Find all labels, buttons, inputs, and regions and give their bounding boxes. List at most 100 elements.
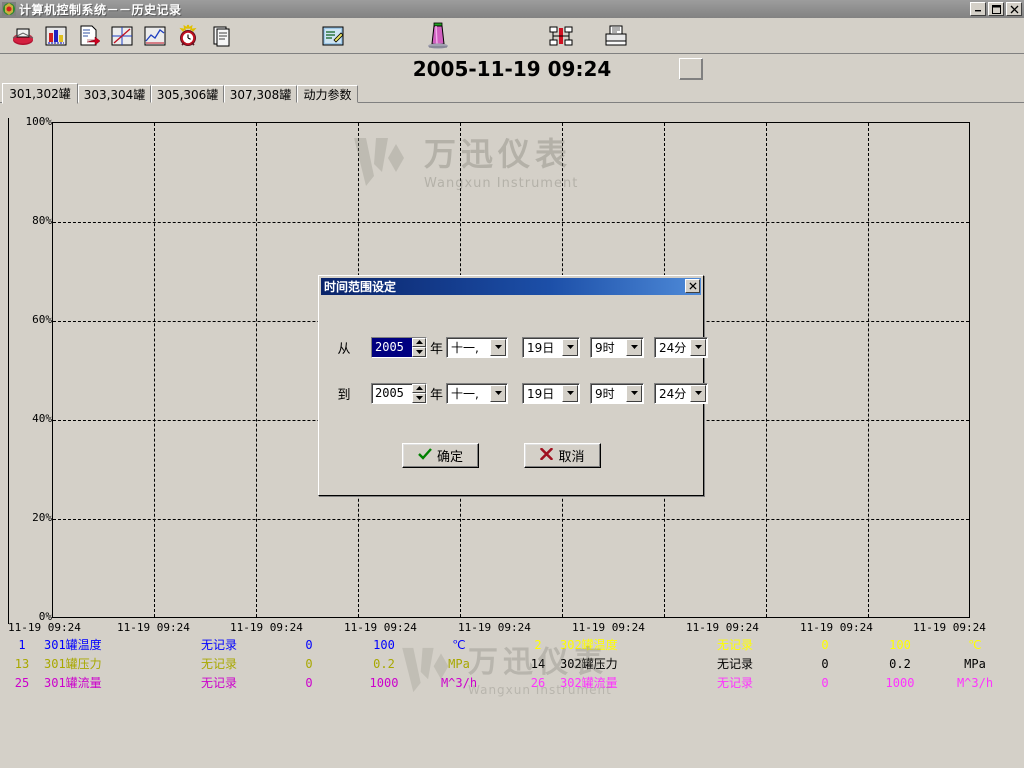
chevron-down-icon[interactable]: [690, 339, 706, 356]
gridline-v: [766, 123, 767, 617]
window-controls: [970, 2, 1022, 16]
from-year-spinner[interactable]: 2005: [371, 337, 427, 358]
app-icon: [2, 2, 16, 16]
from-hour-select[interactable]: 9时: [590, 337, 644, 358]
spinner-up-icon[interactable]: [412, 384, 426, 394]
x-tick-1: 11-19 09:24: [117, 621, 190, 634]
chevron-down-icon[interactable]: [690, 385, 706, 402]
y-tick-60: 60%: [4, 313, 52, 326]
legend-name: 301罐流量: [44, 674, 164, 693]
legend-record: 无记录: [680, 655, 790, 674]
bar-chart-icon[interactable]: [41, 21, 71, 51]
legend-unit: MPa: [940, 655, 1010, 674]
from-label: 从: [331, 338, 357, 357]
y-axis: 100% 80% 60% 40% 20% 0%: [0, 104, 52, 638]
alarm-clock-icon[interactable]: [173, 21, 203, 51]
chevron-down-icon[interactable]: [490, 339, 506, 356]
chevron-down-icon[interactable]: [562, 339, 578, 356]
legend-max: 100: [344, 636, 424, 655]
cancel-button[interactable]: 取消: [524, 443, 601, 468]
legend-id: 13: [0, 655, 44, 674]
tab-power-parameters[interactable]: 动力参数: [297, 85, 358, 103]
legend-unit: M^3/h: [940, 674, 1010, 693]
tab-303-304[interactable]: 303,304罐: [78, 85, 151, 103]
line-chart-icon[interactable]: [140, 21, 170, 51]
from-year-arrows[interactable]: [412, 338, 426, 357]
x-tick-6: 11-19 09:24: [686, 621, 759, 634]
to-day-select[interactable]: 19日: [522, 383, 580, 404]
dialog-close-icon[interactable]: [685, 279, 700, 293]
minimize-button[interactable]: [970, 2, 986, 16]
x-tick-5: 11-19 09:24: [572, 621, 645, 634]
y-axis-line: [8, 118, 9, 624]
table-row[interactable]: 25 301罐流量 无记录 0 1000 M^3/h: [0, 674, 494, 693]
cross-icon: [540, 448, 553, 464]
tank-icon[interactable]: [423, 21, 453, 51]
tab-301-302[interactable]: 301,302罐: [2, 83, 78, 104]
cancel-button-label: 取消: [558, 446, 584, 465]
legend-min: 0: [274, 636, 344, 655]
axis-chart-icon[interactable]: [107, 21, 137, 51]
y-tick-40: 40%: [4, 412, 52, 425]
printer-icon[interactable]: [601, 21, 631, 51]
table-row[interactable]: 1 301罐温度 无记录 0 100 ℃: [0, 636, 494, 655]
table-row[interactable]: 26 302罐流量 无记录 0 1000 M^3/h: [516, 674, 1010, 693]
chevron-down-icon[interactable]: [626, 339, 642, 356]
spinner-down-icon[interactable]: [412, 347, 426, 357]
to-year-unit: 年: [430, 384, 443, 403]
to-year-spinner[interactable]: 2005: [371, 383, 427, 404]
legend-unit: M^3/h: [424, 674, 494, 693]
to-year-arrows[interactable]: [412, 384, 426, 403]
table-row[interactable]: 14 302罐压力 无记录 0 0.2 MPa: [516, 655, 1010, 674]
y-tick-100: 100%: [4, 115, 52, 128]
print-preview-icon[interactable]: [8, 21, 38, 51]
maximize-button[interactable]: [988, 2, 1004, 16]
table-row[interactable]: 13 301罐压力 无记录 0 0.2 MPa: [0, 655, 494, 674]
export-report-icon[interactable]: [74, 21, 104, 51]
chevron-down-icon[interactable]: [490, 385, 506, 402]
close-button[interactable]: [1006, 2, 1022, 16]
chevron-down-icon[interactable]: [626, 385, 642, 402]
to-minute-select[interactable]: 24分: [654, 383, 708, 404]
x-tick-2: 11-19 09:24: [230, 621, 303, 634]
chevron-down-icon[interactable]: [562, 385, 578, 402]
legend-max: 0.2: [344, 655, 424, 674]
edit-note-icon[interactable]: [318, 21, 348, 51]
gridline-h: [53, 222, 969, 223]
legend-name: 302罐流量: [560, 674, 680, 693]
datetime-label: 2005-11-19 09:24: [0, 57, 1024, 81]
datetime-indicator-box[interactable]: [679, 58, 703, 80]
legend-id: 25: [0, 674, 44, 693]
from-month-select[interactable]: 十一,: [446, 337, 508, 358]
legend-record: 无记录: [680, 674, 790, 693]
from-day-value: 19日: [523, 338, 562, 357]
ok-button[interactable]: 确定: [402, 443, 479, 468]
table-row[interactable]: 2 302罐温度 无记录 0 100 ℃: [516, 636, 1010, 655]
legend-table-left: 1 301罐温度 无记录 0 100 ℃ 13 301罐压力 无记录 0 0.2…: [0, 636, 494, 693]
to-row: 到 2005 年 十一, 19日: [331, 381, 708, 405]
tab-305-306[interactable]: 305,306罐: [151, 85, 224, 103]
legend-name: 302罐温度: [560, 636, 680, 655]
spinner-down-icon[interactable]: [412, 393, 426, 403]
from-year-unit: 年: [430, 338, 443, 357]
tab-307-308[interactable]: 307,308罐: [224, 85, 297, 103]
legend-unit: ℃: [424, 636, 494, 655]
legend-max: 100: [860, 636, 940, 655]
x-tick-0: 11-19 09:24: [8, 621, 81, 634]
legend-max: 1000: [344, 674, 424, 693]
time-range-dialog: 时间范围设定 从 2005 年 十一,: [318, 275, 704, 496]
from-minute-select[interactable]: 24分: [654, 337, 708, 358]
network-icon[interactable]: [546, 21, 576, 51]
from-day-select[interactable]: 19日: [522, 337, 580, 358]
to-hour-select[interactable]: 9时: [590, 383, 644, 404]
from-row: 从 2005 年 十一, 19日: [331, 335, 708, 359]
datetime-header: 2005-11-19 09:24: [0, 55, 1024, 83]
legend-record: 无记录: [164, 655, 274, 674]
window-title: 计算机控制系统－－历史记录: [19, 1, 182, 18]
copy-pages-icon[interactable]: [208, 21, 238, 51]
to-month-select[interactable]: 十一,: [446, 383, 508, 404]
to-month-value: 十一,: [447, 384, 490, 403]
spinner-up-icon[interactable]: [412, 338, 426, 348]
legend-name: 302罐压力: [560, 655, 680, 674]
x-tick-3: 11-19 09:24: [344, 621, 417, 634]
